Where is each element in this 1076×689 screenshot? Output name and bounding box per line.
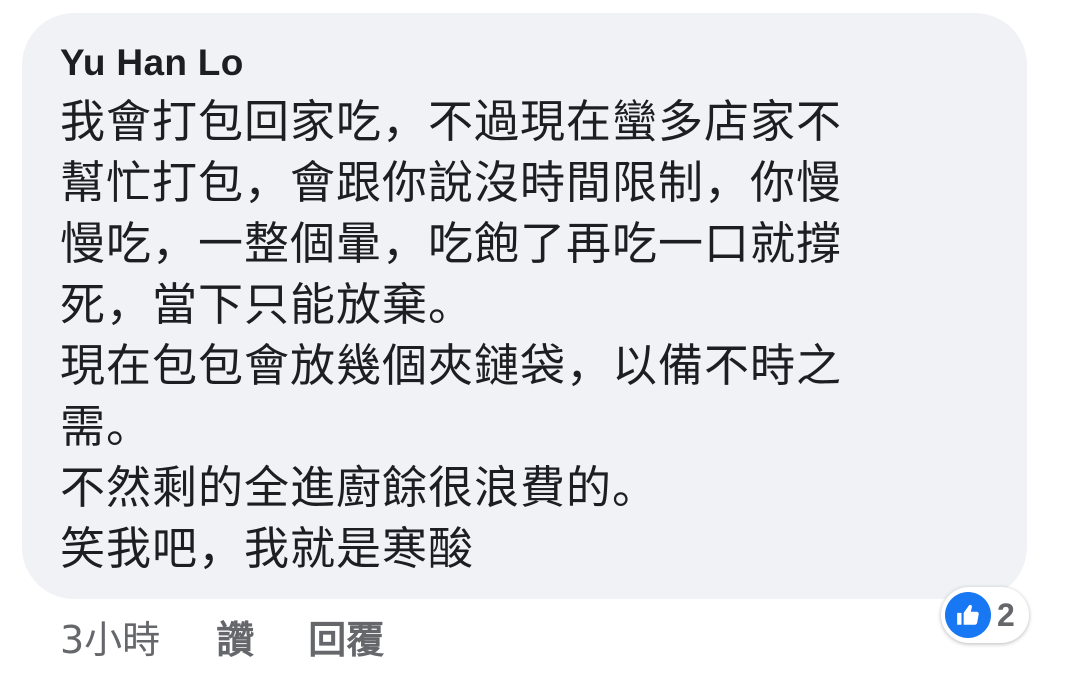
comment-timestamp[interactable]: 3小時 <box>60 609 160 664</box>
comment-actions: 3小時 讚 回覆 <box>60 608 384 664</box>
comment-line: 慢吃，一整個暈，吃飽了再吃一口就撐 <box>60 217 843 270</box>
comment-line: 不然剩的全進廚餘很浪費的。 <box>60 461 659 514</box>
reaction-summary[interactable]: 2 <box>941 587 1029 643</box>
reply-button[interactable]: 回覆 <box>308 609 384 664</box>
reaction-count: 2 <box>997 596 1015 633</box>
comment-bubble: Yu Han Lo 我會打包回家吃，不過現在蠻多店家不 幫忙打包，會跟你說沒時間… <box>22 13 1027 599</box>
like-button[interactable]: 讚 <box>216 609 254 664</box>
comment-body: 我會打包回家吃，不過現在蠻多店家不 幫忙打包，會跟你說沒時間限制，你慢 慢吃，一… <box>60 91 997 579</box>
comment-line: 現在包包會放幾個夾鏈袋，以備不時之 <box>60 339 843 392</box>
thumbs-up-icon <box>945 592 991 638</box>
comment-line: 笑我吧，我就是寒酸 <box>60 522 475 575</box>
comment-line: 幫忙打包，會跟你說沒時間限制，你慢 <box>60 156 843 209</box>
comment-screen: Yu Han Lo 我會打包回家吃，不過現在蠻多店家不 幫忙打包，會跟你說沒時間… <box>0 0 1076 689</box>
comment-line: 需。 <box>60 400 153 453</box>
comment-line: 死，當下只能放棄。 <box>60 278 475 331</box>
comment-line: 我會打包回家吃，不過現在蠻多店家不 <box>60 95 843 148</box>
comment-author-name[interactable]: Yu Han Lo <box>60 41 997 85</box>
